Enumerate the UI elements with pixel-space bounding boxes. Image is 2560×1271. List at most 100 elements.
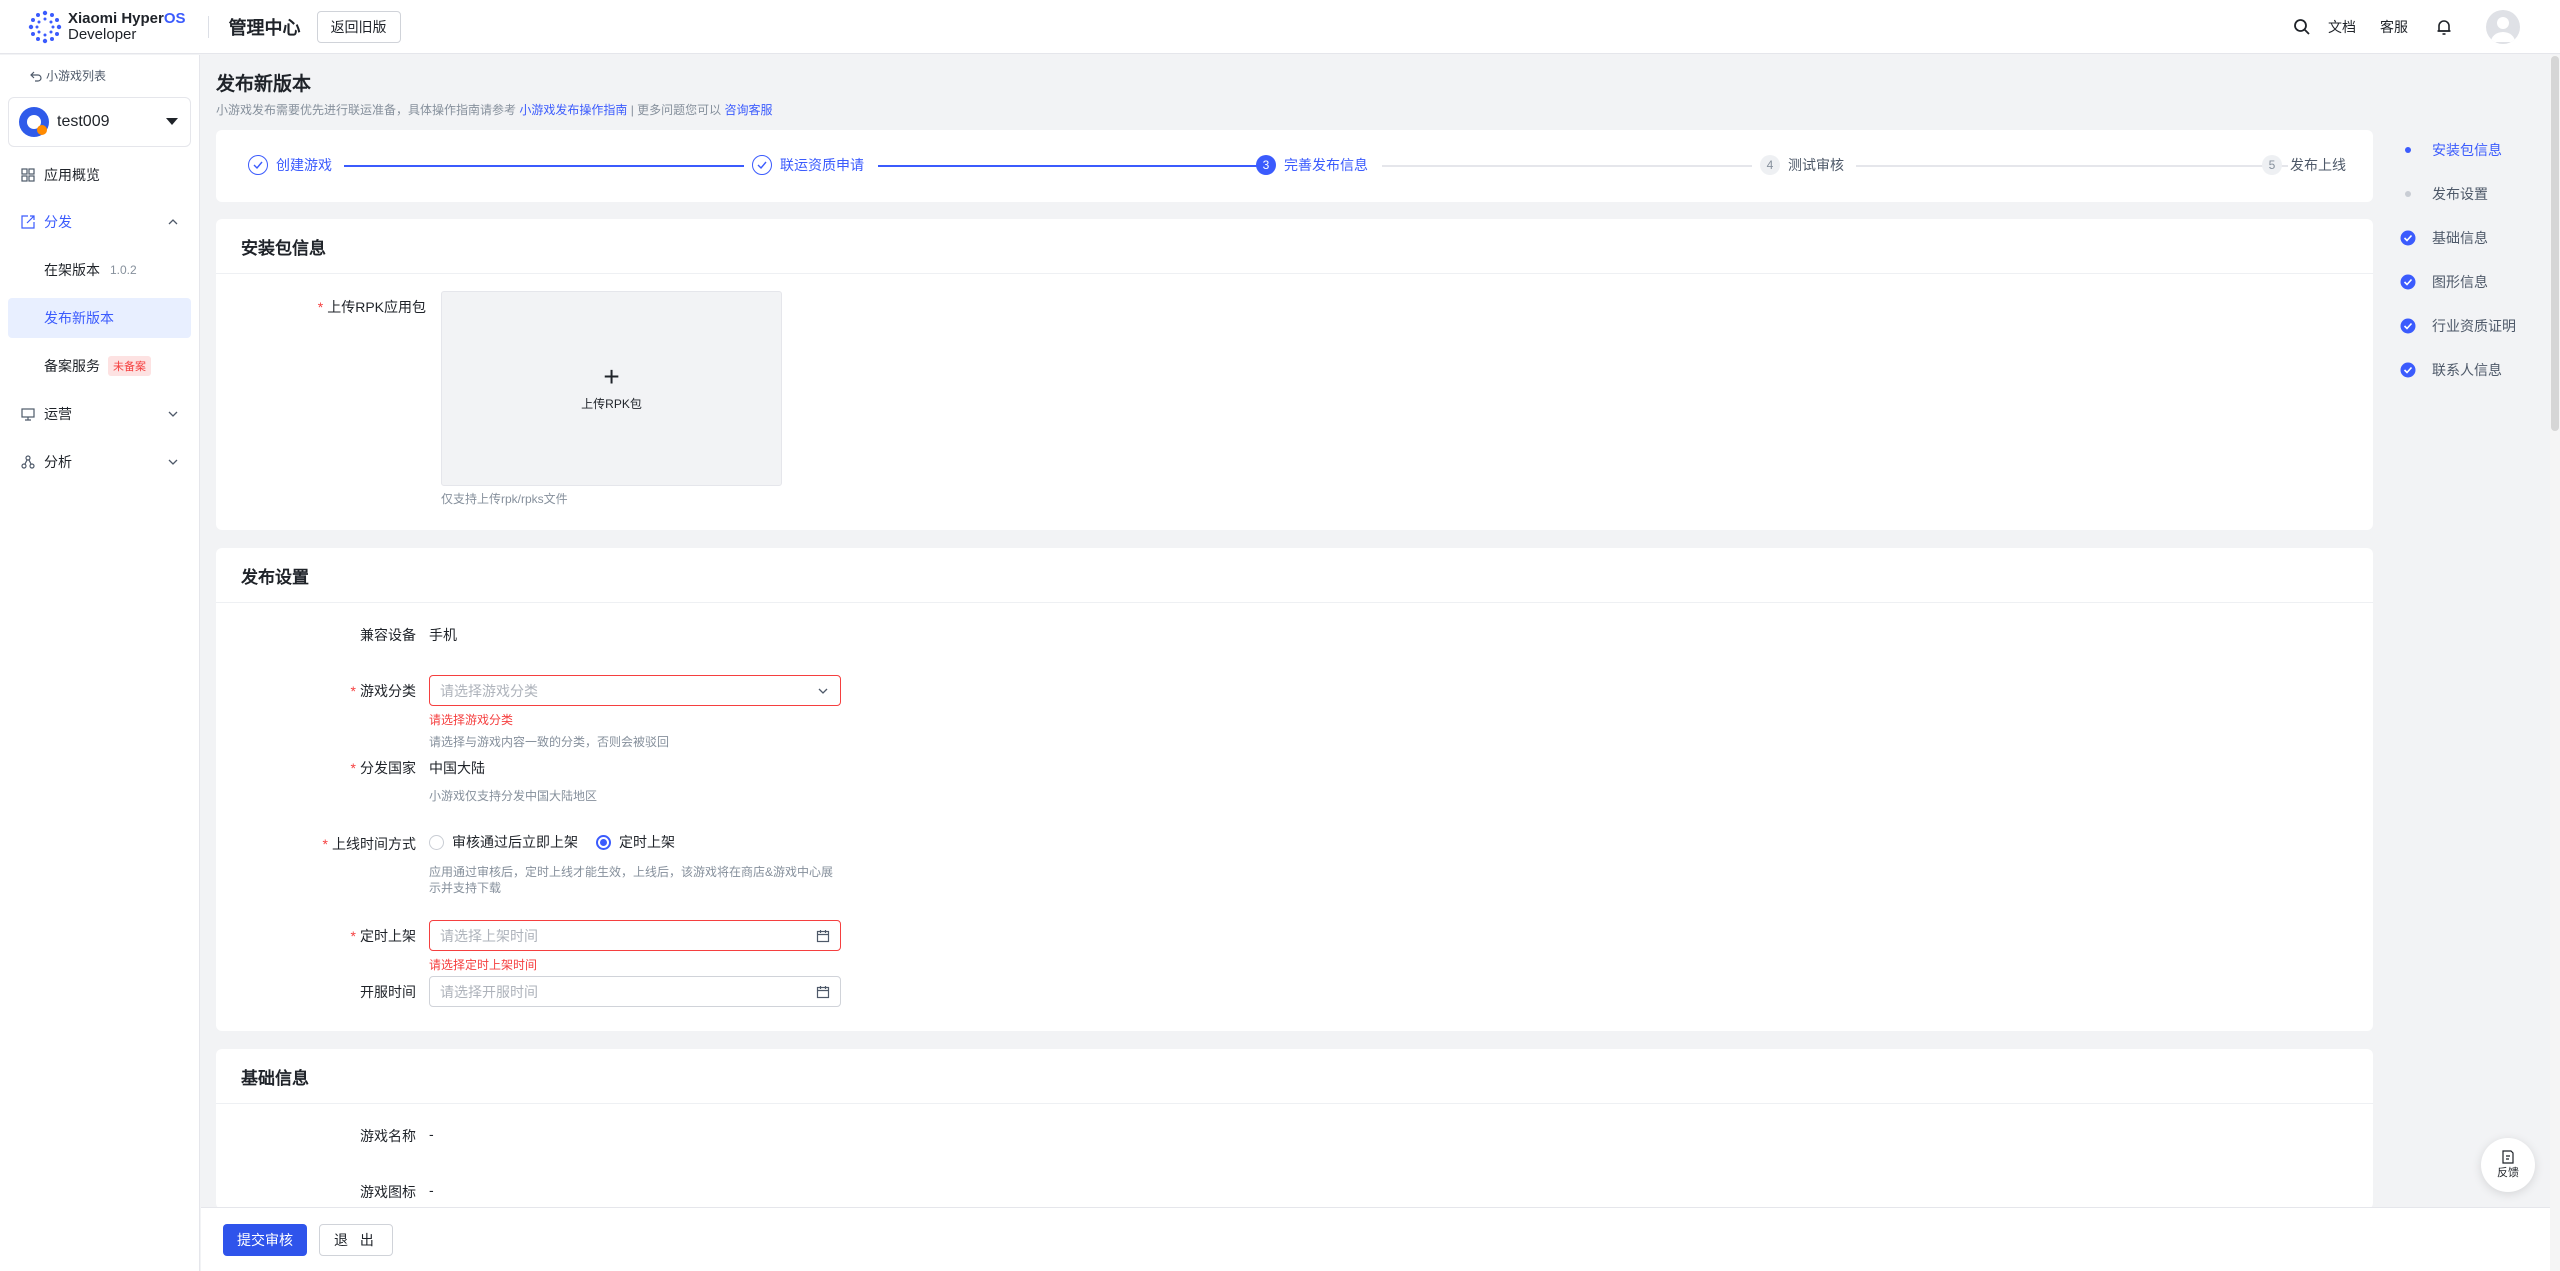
step-4: 4 测试审核 <box>1760 155 1844 175</box>
header-divider <box>207 15 209 38</box>
anchor-publish-settings[interactable]: 发布设置 <box>2400 184 2488 204</box>
step-line <box>1856 165 2288 167</box>
avatar[interactable] <box>2486 10 2520 44</box>
calendar-icon <box>815 928 831 944</box>
anchor-industry-qualification[interactable]: 行业资质证明 <box>2400 316 2516 336</box>
feedback-label: 反馈 <box>2497 1167 2519 1179</box>
anchor-label: 发布设置 <box>2432 186 2488 202</box>
radio-immediate[interactable]: 审核通过后立即上架 <box>429 832 578 852</box>
required-mark: * <box>350 760 356 776</box>
anchor-graphic-info[interactable]: 图形信息 <box>2400 272 2488 292</box>
back-to-game-list[interactable]: 小游戏列表 <box>30 67 106 84</box>
check-circle-icon <box>2400 362 2416 378</box>
radio-scheduled[interactable]: 定时上架 <box>596 832 675 852</box>
back-arrow-icon <box>30 71 42 82</box>
sidebar-item-distribute[interactable]: 分发 <box>8 202 191 242</box>
country-label-text: 分发国家 <box>360 760 416 776</box>
status-badge: 未备案 <box>108 356 151 376</box>
anchor-contact-info[interactable]: 联系人信息 <box>2400 360 2502 380</box>
check-circle-icon <box>2400 318 2416 334</box>
sidebar-item-filing[interactable]: 备案服务 未备案 <box>8 346 191 386</box>
page-title: 发布新版本 <box>216 74 312 95</box>
open-time-picker[interactable]: 请选择开服时间 <box>429 976 841 1007</box>
sidebar-label-operation: 运营 <box>44 406 72 422</box>
check-icon <box>752 155 772 175</box>
brand-line1: Xiaomi Hyper <box>68 9 164 27</box>
scrollbar-thumb[interactable] <box>2551 56 2559 431</box>
anchor-label: 图形信息 <box>2432 274 2488 290</box>
category-label-text: 游戏分类 <box>360 683 416 699</box>
calendar-icon <box>815 984 831 1000</box>
subtitle-mid: | 更多问题您可以 <box>630 103 722 117</box>
guide-link[interactable]: 小游戏发布操作指南 <box>519 103 627 117</box>
step-line <box>878 165 1258 167</box>
country-hint: 小游戏仅支持分发中国大陆地区 <box>429 789 598 803</box>
bell-icon[interactable] <box>2434 17 2454 37</box>
online-method-label-text: 上线时间方式 <box>332 836 416 852</box>
sidebar-item-overview[interactable]: 应用概览 <box>8 155 191 195</box>
brand-line2: Developer <box>68 25 137 43</box>
country-value: 中国大陆 <box>429 760 485 776</box>
schedule-error: 请选择定时上架时间 <box>429 958 538 972</box>
top-bar: Xiaomi HyperOS Developer 管理中心 返回旧版 文档 客服 <box>0 0 2560 54</box>
device-label: 兼容设备 <box>360 627 416 643</box>
category-label: * 游戏分类 <box>216 681 416 701</box>
support-link[interactable]: 客服 <box>2380 17 2408 37</box>
anchor-basic-info[interactable]: 基础信息 <box>2400 228 2488 248</box>
sidebar-item-publish-new[interactable]: 发布新版本 <box>8 298 191 338</box>
listed-version-number: 1.0.2 <box>110 263 137 277</box>
share-icon <box>20 214 36 230</box>
step-label: 发布上线 <box>2290 157 2346 173</box>
feedback-icon <box>2502 1150 2514 1164</box>
basic-info-card: 基础信息 游戏名称 - 游戏图标 - <box>216 1049 2373 1209</box>
package-info-card: 安装包信息 * 上传RPK应用包 + 上传RPK包 仅支持上传rpk/rpks文件 <box>216 219 2373 530</box>
online-hint-line1: 应用通过审核后，定时上线才能生效，上线后，该游戏将在商店&游戏中心展 <box>429 865 834 879</box>
step-label: 创建游戏 <box>276 157 332 173</box>
chevron-up-icon <box>168 219 178 225</box>
section-title: 基础信息 <box>216 1049 2373 1104</box>
search-icon[interactable] <box>2292 17 2312 37</box>
bottom-action-bar: 提交审核 退 出 <box>201 1207 2560 1271</box>
app-name: test009 <box>57 113 110 130</box>
upload-rpk-dropzone[interactable]: + 上传RPK包 <box>441 291 782 486</box>
app-selector[interactable]: test009 <box>8 97 191 147</box>
step-label: 测试审核 <box>1788 157 1844 173</box>
exit-button[interactable]: 退 出 <box>319 1223 393 1256</box>
open-placeholder: 请选择开服时间 <box>440 983 538 1000</box>
upload-hint: 仅支持上传rpk/rpks文件 <box>441 492 568 506</box>
step-3: 3 完善发布信息 <box>1256 155 1368 175</box>
brand-logo[interactable]: Xiaomi HyperOS Developer <box>28 10 186 44</box>
online-hint-line2: 示并支持下载 <box>429 881 502 895</box>
game-icon-value: - <box>429 1182 434 1198</box>
sidebar-item-operation[interactable]: 运营 <box>8 394 191 434</box>
upload-text: 上传RPK包 <box>581 397 642 411</box>
old-version-button[interactable]: 返回旧版 <box>316 10 401 43</box>
sidebar-label-publish-new: 发布新版本 <box>44 310 114 326</box>
anchor-package-info[interactable]: 安装包信息 <box>2400 140 2502 160</box>
check-circle-icon <box>2400 274 2416 290</box>
sidebar-item-listed-version[interactable]: 在架版本 1.0.2 <box>8 250 191 290</box>
app-icon <box>19 107 49 137</box>
step-line <box>344 165 744 167</box>
dot-icon <box>2400 142 2416 158</box>
sidebar-item-analysis[interactable]: 分析 <box>8 442 191 482</box>
header-actions: 文档 客服 <box>2292 0 2520 54</box>
schedule-date-picker[interactable]: 请选择上架时间 <box>429 920 841 951</box>
sidebar: 小游戏列表 test009 应用概览 分发 在架版本 1.0.2 发布新版本 备… <box>0 55 200 1271</box>
sidebar-label-analysis: 分析 <box>44 454 72 470</box>
sidebar-label-listed-version: 在架版本 <box>44 262 100 278</box>
feedback-button[interactable]: 反馈 <box>2481 1138 2535 1192</box>
docs-link[interactable]: 文档 <box>2328 17 2356 37</box>
consult-support-link[interactable]: 咨询客服 <box>725 103 773 117</box>
step-line <box>1382 165 1752 167</box>
open-time-label: 开服时间 <box>360 984 416 1000</box>
category-select[interactable]: 请选择游戏分类 <box>429 675 841 706</box>
game-name-value: - <box>429 1126 434 1142</box>
section-title: 安装包信息 <box>216 219 2373 274</box>
schedule-placeholder: 请选择上架时间 <box>440 927 538 944</box>
anchor-label: 行业资质证明 <box>2432 318 2516 334</box>
page-subtitle: 小游戏发布需要优先进行联运准备，具体操作指南请参考 小游戏发布操作指南 | 更多… <box>216 101 773 118</box>
schedule-label-text: 定时上架 <box>360 928 416 944</box>
submit-review-button[interactable]: 提交审核 <box>223 1223 307 1256</box>
subtitle-prefix: 小游戏发布需要优先进行联运准备，具体操作指南请参考 <box>216 103 517 117</box>
